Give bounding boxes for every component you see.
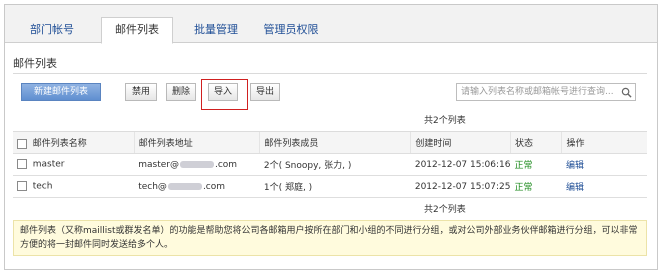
header-list-name: 邮件列表名称 [13, 131, 135, 154]
select-all-checkbox[interactable] [17, 138, 27, 149]
header-actions: 操作 [561, 131, 647, 154]
search-box[interactable]: 请输入列表名称或邮箱帐号进行查询... [456, 83, 636, 101]
mail-list-table: 邮件列表名称 邮件列表地址 邮件列表成员 创建时间 状态 操作 master m… [13, 131, 647, 198]
search-icon[interactable] [621, 87, 632, 98]
list-members-cell: 2个( Snoopy, 张力, ) [259, 153, 411, 176]
section-divider [13, 73, 647, 74]
info-notice: 邮件列表（又称maillist或群发名单）的功能是帮助您将公司各邮箱用户按所在部… [13, 220, 647, 256]
header-list-members: 邮件列表成员 [259, 131, 411, 154]
table-row: master master@ .com 2个( Snoopy, 张力, ) 201… [13, 153, 647, 176]
disable-button[interactable]: 禁用 [125, 83, 157, 101]
created-time-cell: 2012-12-07 15:07:25 [410, 175, 511, 198]
tab-bar: 部门帐号 邮件列表 批量管理 管理员权限 [5, 5, 657, 44]
status-cell: 正常 [510, 153, 562, 176]
header-created-time: 创建时间 [410, 131, 511, 154]
list-address-cell: tech@ .com [134, 175, 260, 198]
list-count-top: 共2个列表 [424, 116, 466, 126]
list-members-cell: 1个( 郑庭, ) [259, 175, 411, 198]
table-header-row: 邮件列表名称 邮件列表地址 邮件列表成员 创建时间 状态 操作 [13, 131, 647, 154]
edit-link[interactable]: 编辑 [561, 153, 647, 176]
row-checkbox[interactable] [17, 181, 27, 192]
list-count-bottom: 共2个列表 [424, 205, 466, 215]
row-checkbox[interactable] [17, 159, 27, 170]
export-button[interactable]: 导出 [250, 83, 280, 101]
list-name-cell: master [13, 153, 135, 176]
tab-mail-list[interactable]: 邮件列表 [101, 17, 173, 44]
tab-department-accounts[interactable]: 部门帐号 [21, 19, 83, 43]
list-address-cell: master@ .com [134, 153, 260, 176]
tab-batch-management[interactable]: 批量管理 [185, 19, 247, 43]
created-time-cell: 2012-12-07 15:06:16 [410, 153, 511, 176]
status-cell: 正常 [510, 175, 562, 198]
section-title: 邮件列表 [13, 57, 57, 70]
import-highlight-box [201, 79, 248, 110]
delete-button[interactable]: 删除 [166, 83, 196, 101]
redacted-domain [167, 182, 202, 190]
header-list-address: 邮件列表地址 [133, 131, 260, 154]
table-row: tech tech@ .com 1个( 郑庭, ) 2012-12-07 15:0… [13, 175, 647, 198]
tab-admin-permissions[interactable]: 管理员权限 [255, 19, 327, 43]
header-status: 状态 [509, 131, 562, 154]
mail-list-panel: 部门帐号 邮件列表 批量管理 管理员权限 邮件列表 新建邮件列表 禁用 删除 导… [4, 4, 658, 270]
list-name-cell: tech [13, 175, 135, 198]
search-input[interactable]: 请输入列表名称或邮箱帐号进行查询... [461, 84, 616, 100]
redacted-domain [179, 160, 214, 168]
edit-link[interactable]: 编辑 [561, 175, 647, 198]
create-mail-list-button[interactable]: 新建邮件列表 [21, 83, 101, 101]
